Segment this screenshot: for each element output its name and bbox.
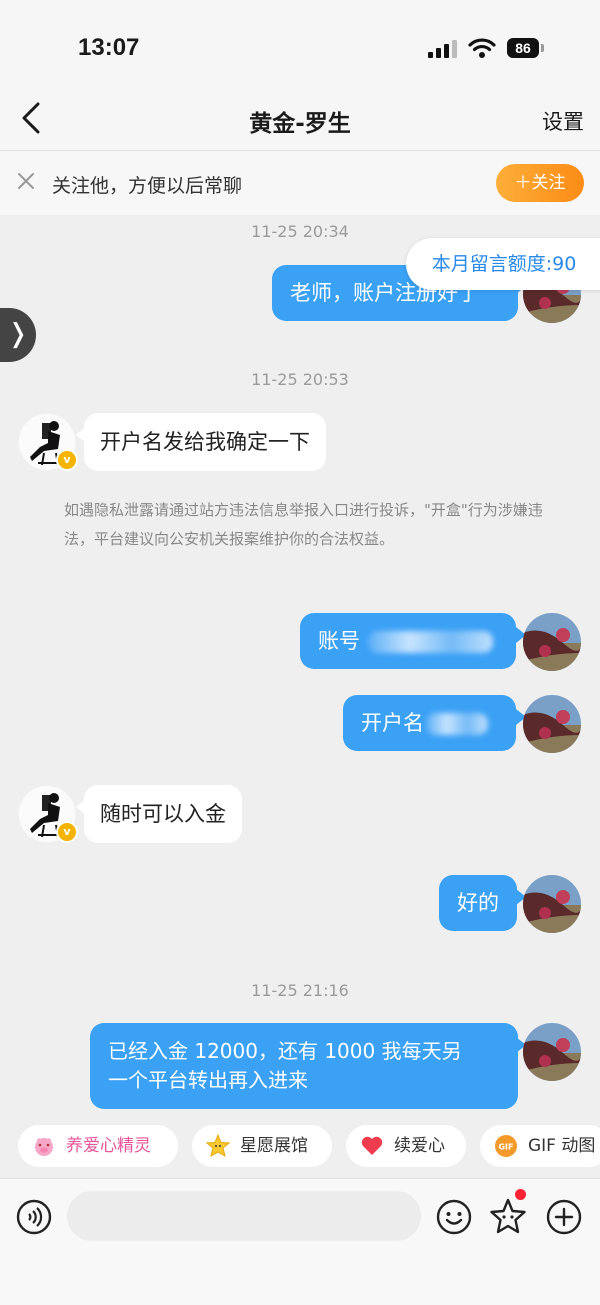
emoji-icon[interactable]	[436, 1199, 472, 1235]
chip-love-sprite[interactable]: 养爱心精灵	[18, 1125, 178, 1167]
chip-label: GIF 动图	[528, 1136, 596, 1156]
avatar[interactable]: v	[18, 413, 78, 471]
message-text: 开户名发给我确定一下	[100, 430, 310, 454]
avatar-flower-image	[523, 1023, 581, 1081]
message-text: 随时可以入金	[100, 802, 226, 826]
privacy-notice: 如遇隐私泄露请通过站方违法信息举报入口进行投诉，"开盒"行为涉嫌违法，平台建议向…	[64, 501, 543, 548]
wifi-icon	[468, 38, 496, 58]
verified-badge-icon: v	[56, 821, 78, 843]
timestamp: 11-25 20:53	[251, 370, 349, 389]
message-quota-badge: 本月留言额度:90	[406, 238, 600, 290]
voice-icon[interactable]	[16, 1199, 52, 1235]
chip-renew-love[interactable]: 续爱心	[346, 1125, 466, 1167]
star-sticker-icon[interactable]	[488, 1197, 528, 1237]
battery-tip	[541, 44, 544, 52]
redacted-content	[368, 631, 493, 653]
message-bubble-outgoing[interactable]: 开户名	[343, 695, 516, 751]
follow-prompt-text: 关注他，方便以后常聊	[52, 175, 243, 197]
message-bubble-outgoing[interactable]: 账号	[300, 613, 516, 669]
message-text: 账号	[318, 629, 360, 653]
message-bubble-incoming[interactable]: 开户名发给我确定一下	[84, 413, 326, 471]
chip-label: 养爱心精灵	[66, 1136, 151, 1156]
follow-button[interactable]: ＋关注	[496, 164, 584, 202]
chip-wish-gallery[interactable]: 星愿展馆	[192, 1125, 332, 1167]
timestamp: 11-25 21:16	[251, 981, 349, 1000]
quick-action-chips: 养爱心精灵 星愿展馆 续爱心 GIF GIF 动图	[0, 1120, 600, 1176]
nav-bar: 黄金-罗生 设置	[0, 92, 600, 151]
input-bar	[0, 1178, 600, 1305]
redacted-content	[426, 713, 488, 735]
message-input[interactable]	[67, 1191, 421, 1241]
heart-icon	[361, 1136, 383, 1155]
message-text: 开户名	[361, 711, 424, 735]
avatar[interactable]	[523, 1023, 581, 1081]
status-bar: 13:07 86	[0, 0, 600, 92]
avatar-flower-image	[523, 613, 581, 671]
plus-icon[interactable]	[546, 1199, 582, 1235]
avatar[interactable]	[523, 613, 581, 671]
chip-gif[interactable]: GIF GIF 动图	[480, 1125, 600, 1167]
message-text: 一个平台转出再入进来	[108, 1068, 308, 1092]
avatar-flower-image	[523, 875, 581, 933]
pig-sprite-icon	[35, 1138, 53, 1156]
message-bubble-incoming[interactable]: 随时可以入金	[84, 785, 242, 843]
avatar[interactable]	[523, 875, 581, 933]
chip-label: 星愿展馆	[240, 1136, 308, 1156]
battery-indicator: 86	[507, 38, 539, 58]
message-text: 已经入金 12000，还有 1000 我每天另	[108, 1039, 462, 1063]
notification-dot	[515, 1189, 526, 1200]
message-text: 好的	[457, 891, 499, 915]
verified-badge-icon: v	[56, 449, 78, 471]
settings-button[interactable]: 设置	[542, 106, 584, 136]
avatar-flower-image	[523, 695, 581, 753]
avatar[interactable]	[523, 695, 581, 753]
signal-icon	[428, 40, 457, 58]
gif-icon: GIF	[495, 1135, 517, 1157]
chat-title: 黄金-罗生	[249, 111, 351, 137]
svg-text:GIF: GIF	[498, 1143, 513, 1152]
chip-label: 续爱心	[394, 1136, 445, 1156]
message-bubble-outgoing[interactable]: 好的	[439, 875, 517, 931]
avatar[interactable]: v	[18, 785, 78, 843]
message-bubble-outgoing[interactable]: 已经入金 12000，还有 1000 我每天另 一个平台转出再入进来	[90, 1023, 518, 1109]
close-icon[interactable]	[16, 171, 36, 191]
star-face-icon	[206, 1134, 230, 1158]
status-time: 13:07	[78, 34, 140, 61]
